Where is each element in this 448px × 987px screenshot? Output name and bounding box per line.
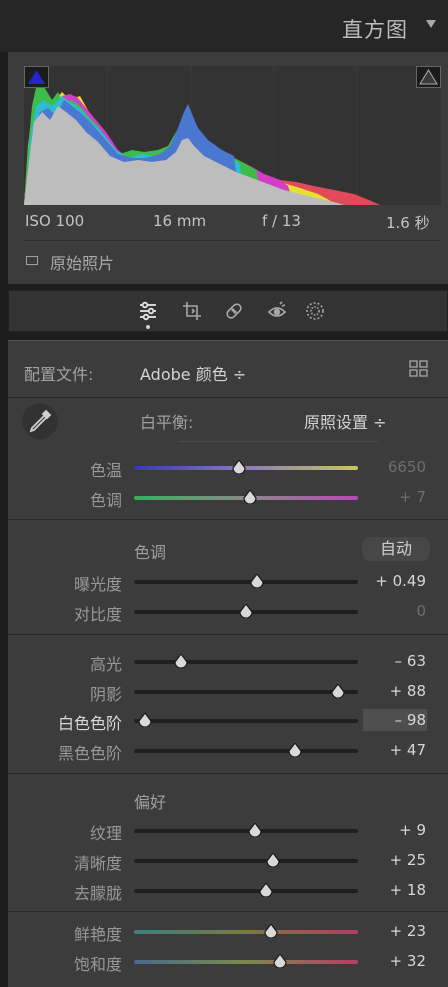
iso-value: ISO 100 xyxy=(25,212,85,230)
clarity-slider[interactable] xyxy=(134,853,358,867)
dehaze-label: 去朦胧 xyxy=(73,884,122,903)
tint-label: 色调 xyxy=(89,491,122,510)
divider xyxy=(8,773,448,774)
temp-label: 色温 xyxy=(89,461,122,480)
contrast-label: 对比度 xyxy=(73,605,122,624)
blacks-value[interactable]: + 47 xyxy=(366,741,426,759)
temp-value[interactable]: 6650 xyxy=(366,458,426,476)
shutter-speed: 1.6 秒 xyxy=(386,214,430,232)
healing-icon[interactable] xyxy=(223,300,245,322)
vibrance-value[interactable]: + 23 xyxy=(366,922,426,940)
original-photo-label: 原始照片 xyxy=(50,254,115,273)
collapse-arrow-icon[interactable] xyxy=(426,20,436,28)
tool-strip xyxy=(8,290,448,332)
highlights-label: 高光 xyxy=(89,655,122,674)
blacks-slider[interactable] xyxy=(134,743,358,757)
exposure-value[interactable]: + 0.49 xyxy=(366,572,426,590)
profile-label: 配置文件: xyxy=(24,365,94,384)
whites-value[interactable]: – 98 xyxy=(366,711,426,729)
saturation-label: 饱和度 xyxy=(73,955,122,974)
saturation-slider[interactable] xyxy=(134,954,358,968)
wb-eyedropper-icon[interactable] xyxy=(22,403,58,439)
clarity-value[interactable]: + 25 xyxy=(366,851,426,869)
temp-slider-thumb[interactable] xyxy=(232,460,246,474)
vibrance-label: 鲜艳度 xyxy=(73,925,122,944)
divider xyxy=(8,911,448,912)
blacks-label: 黑色色阶 xyxy=(57,744,122,763)
saturation-slider-thumb[interactable] xyxy=(272,954,287,968)
whites-label: 白色色阶 xyxy=(57,714,122,733)
vibrance-slider-thumb[interactable] xyxy=(264,924,278,938)
shadows-slider[interactable] xyxy=(134,684,358,698)
wb-label: 白平衡: xyxy=(140,413,194,432)
tone-header: 色调 xyxy=(134,543,167,562)
whites-slider-thumb[interactable] xyxy=(138,713,152,727)
exposure-label: 曝光度 xyxy=(73,575,122,594)
saturation-value[interactable]: + 32 xyxy=(366,952,426,970)
exposure-slider[interactable] xyxy=(134,574,358,588)
tint-slider[interactable] xyxy=(134,490,358,504)
texture-slider-thumb[interactable] xyxy=(248,823,262,837)
shadows-slider-thumb[interactable] xyxy=(331,684,345,698)
dehaze-slider-thumb[interactable] xyxy=(259,883,273,897)
histogram-panel: ISO 100 16 mm f / 13 1.6 秒 原始照片 xyxy=(8,52,448,284)
highlights-slider[interactable] xyxy=(134,654,358,668)
clarity-label: 清晰度 xyxy=(73,854,122,873)
texture-label: 纹理 xyxy=(89,824,122,843)
dehaze-slider[interactable] xyxy=(134,883,358,897)
contrast-slider-thumb[interactable] xyxy=(239,604,253,618)
tint-slider-thumb[interactable] xyxy=(243,490,258,504)
sliders-icon[interactable] xyxy=(137,300,159,322)
clarity-slider-thumb[interactable] xyxy=(266,853,280,867)
highlights-value[interactable]: – 63 xyxy=(366,652,426,670)
aperture-value: f / 13 xyxy=(262,212,301,230)
highlight-clipping-toggle[interactable] xyxy=(416,66,441,88)
whites-slider[interactable] xyxy=(134,713,358,727)
wb-dropdown[interactable]: 原照设置 ÷ xyxy=(304,409,387,433)
blacks-slider-thumb[interactable] xyxy=(288,743,302,757)
original-photo-checkbox[interactable] xyxy=(26,256,38,265)
wb-underline xyxy=(178,441,378,442)
shadows-value[interactable]: + 88 xyxy=(366,682,426,700)
active-tool-indicator xyxy=(146,325,150,329)
auto-button[interactable]: 自动 xyxy=(362,537,430,561)
divider xyxy=(24,240,441,241)
basic-panel: 配置文件: Adobe 颜色 ÷ 白平衡: 原照设置 ÷ 色温 6650 色调 … xyxy=(8,340,448,987)
divider xyxy=(8,519,448,520)
texture-slider[interactable] xyxy=(134,823,358,837)
profile-dropdown[interactable]: Adobe 颜色 ÷ xyxy=(140,361,246,385)
histogram-graph xyxy=(24,66,441,205)
tint-value[interactable]: + 7 xyxy=(366,488,426,506)
divider xyxy=(8,397,448,398)
contrast-value[interactable]: 0 xyxy=(366,602,426,620)
profile-browser-icon[interactable] xyxy=(409,360,429,382)
presence-header: 偏好 xyxy=(134,793,167,812)
shadows-label: 阴影 xyxy=(89,685,122,704)
crop-icon[interactable] xyxy=(181,300,203,322)
panel-title: 直方图 xyxy=(342,18,408,42)
temp-slider[interactable] xyxy=(134,460,358,474)
shadow-clipping-toggle[interactable] xyxy=(24,66,49,88)
dehaze-value[interactable]: + 18 xyxy=(366,881,426,899)
redeye-icon[interactable] xyxy=(266,300,288,322)
divider xyxy=(8,634,448,635)
focal-length: 16 mm xyxy=(153,212,207,230)
histogram-header[interactable]: 直方图 xyxy=(0,0,448,52)
exposure-slider-thumb[interactable] xyxy=(250,574,264,588)
texture-value[interactable]: + 9 xyxy=(366,821,426,839)
mask-icon[interactable] xyxy=(304,300,326,322)
vibrance-slider[interactable] xyxy=(134,924,358,938)
highlights-slider-thumb[interactable] xyxy=(174,654,188,668)
contrast-slider[interactable] xyxy=(134,604,358,618)
